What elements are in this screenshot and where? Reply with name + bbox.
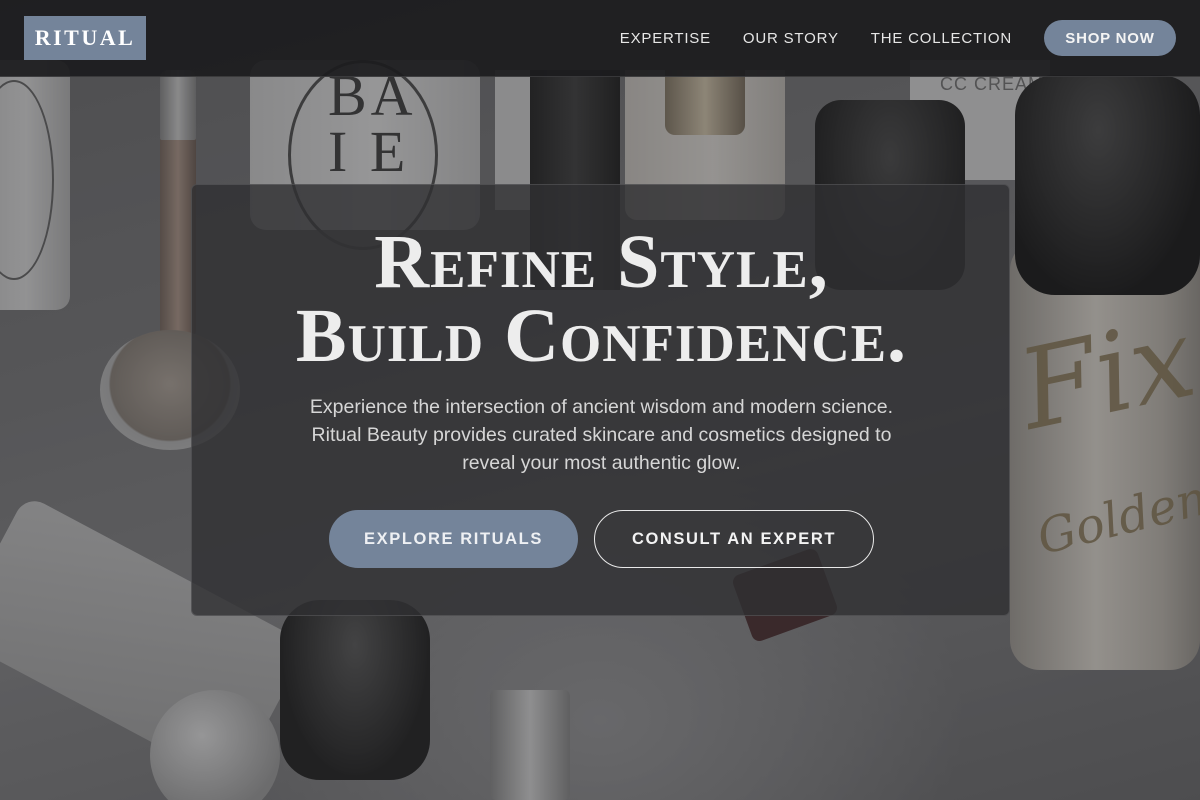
hero-headline: Refine Style, Build Confidence.: [192, 220, 1011, 378]
hero-headline-line-1: Refine Style,: [374, 220, 829, 304]
top-navbar: RITUAL EXPERTISE OUR STORY THE COLLECTIO…: [0, 0, 1200, 77]
hero-subtext-line-1: Experience the intersection of ancient w…: [309, 396, 894, 418]
nav-link-our-story[interactable]: OUR STORY: [743, 30, 839, 47]
nav-link-expertise[interactable]: EXPERTISE: [620, 30, 711, 47]
hero-subtext-line-3: reveal your most authentic glow.: [462, 452, 741, 474]
hero-subtext-line-2: Ritual Beauty provides curated skincare …: [311, 424, 892, 446]
explore-rituals-button[interactable]: EXPLORE RITUALS: [329, 510, 578, 568]
hero-card: Refine Style, Build Confidence. Experien…: [191, 184, 1010, 616]
primary-nav: EXPERTISE OUR STORY THE COLLECTION SHOP …: [620, 20, 1176, 56]
consult-an-expert-button[interactable]: CONSULT AN EXPERT: [594, 510, 874, 568]
brand-logo[interactable]: RITUAL: [24, 16, 146, 60]
hero-subtext: Experience the intersection of ancient w…: [272, 393, 931, 477]
nav-link-the-collection[interactable]: THE COLLECTION: [871, 30, 1012, 47]
shop-now-button[interactable]: SHOP NOW: [1044, 20, 1176, 56]
hero-headline-line-2: Build Confidence.: [295, 294, 908, 378]
